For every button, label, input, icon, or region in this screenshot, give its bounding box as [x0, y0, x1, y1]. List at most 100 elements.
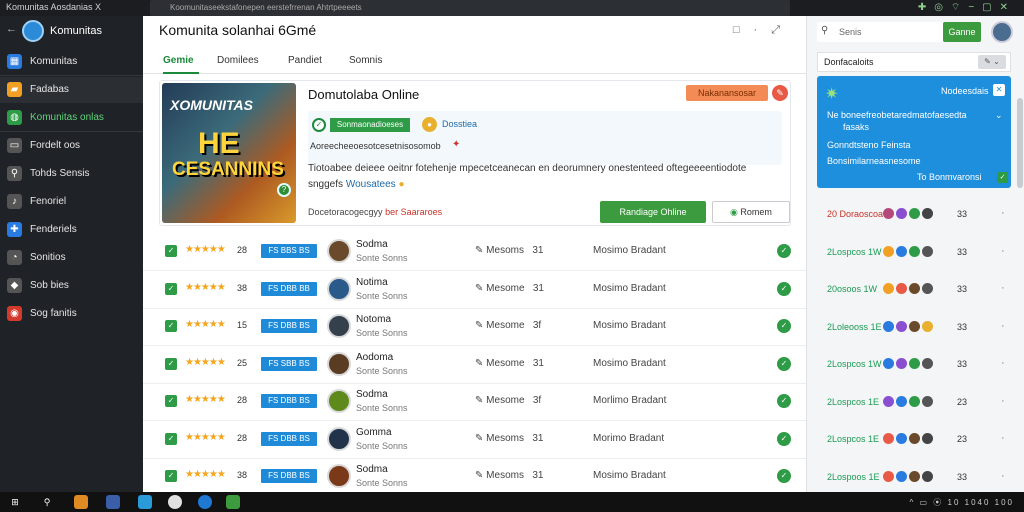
activity-row[interactable]: 2Loleooss 1E 33 ·: [817, 313, 1015, 343]
check-circle-icon[interactable]: ✓: [777, 431, 791, 446]
card-footer[interactable]: To Bonmvaronsi: [917, 172, 982, 182]
sidebar-item[interactable]: ♪ Fenoriel: [0, 189, 143, 215]
address-bar[interactable]: Koomunitaseekstafonepen eerstefrrenan Ah…: [150, 0, 790, 16]
sidebar-item[interactable]: ▭ Fordelt oos: [0, 133, 143, 159]
featured-title: Domutolaba Online: [308, 87, 420, 102]
more-icon[interactable]: ·: [1001, 395, 1005, 407]
more-icon[interactable]: ·: [1001, 282, 1005, 294]
table-row[interactable]: ✓ ★★★★★ 38 FS DBB BB Notima Sonte Sonns ✎ Meso…: [143, 271, 806, 309]
row-tag[interactable]: FS DBB BB: [261, 281, 317, 296]
system-tray[interactable]: ^ ▭ ⦿ 10 1040 100: [910, 497, 1014, 508]
row-checkbox[interactable]: ✓: [165, 395, 177, 407]
activity-row[interactable]: 2Lospoos 1E 33 ·: [817, 463, 1015, 493]
row-tag[interactable]: FS BBS BS: [261, 244, 317, 258]
sidebar-item[interactable]: ◔ Sonitios: [0, 245, 143, 271]
avatar[interactable]: [327, 426, 351, 451]
activity-row[interactable]: 2Lospcos 1E 23 ·: [817, 388, 1015, 418]
featured-tag[interactable]: Sonmaonadioeses: [330, 118, 410, 132]
row-tag[interactable]: FS SBB BS: [261, 356, 317, 371]
avatar[interactable]: [327, 276, 351, 301]
check-circle-icon[interactable]: ✓: [777, 319, 791, 333]
tray-icons[interactable]: ✚◎⌔−▢✕: [918, 1, 1016, 14]
window-controls[interactable]: □·⤢: [733, 24, 794, 37]
row-checkbox[interactable]: ✓: [165, 470, 177, 482]
secondary-button[interactable]: ◉ Romem: [712, 201, 790, 223]
report-button[interactable]: Nakanansosar: [686, 85, 768, 101]
coin-label[interactable]: Dosstiea: [442, 119, 477, 129]
table-row[interactable]: ✓ ★★★★★ 28 FS DBB BS Sodma Sonte Sonns ✎ Mesom…: [143, 383, 806, 421]
tab-gemie[interactable]: Gemie: [163, 55, 194, 66]
description-link[interactable]: Wousatees: [346, 179, 396, 190]
sidebar-item[interactable]: ✚ Fenderiels: [0, 217, 143, 243]
avatar[interactable]: [327, 239, 351, 263]
sidebar-item[interactable]: ◆ Sob bies: [0, 273, 143, 299]
activity-text: 2Lospcos 1W: [827, 246, 882, 257]
row-checkbox[interactable]: ✓: [165, 320, 177, 332]
chevron-down-icon[interactable]: ⌄: [995, 110, 1003, 121]
sidebar-item[interactable]: ◍ Komunitas onlas: [0, 105, 143, 131]
row-checkbox[interactable]: ✓: [165, 357, 177, 370]
check-circle-icon[interactable]: ✓: [777, 281, 791, 296]
windows-start-icon[interactable]: ⊞: [8, 495, 22, 509]
more-icon[interactable]: ·: [1001, 470, 1005, 482]
tab-domilees[interactable]: Domilees: [217, 55, 259, 66]
search-icon[interactable]: ⚲: [40, 495, 54, 509]
avatar[interactable]: [327, 351, 351, 376]
row-checkbox[interactable]: ✓: [165, 245, 177, 257]
app-people-icon[interactable]: [106, 495, 120, 509]
game-cover[interactable]: XOMUNITAS HE CESANNINS ?: [162, 83, 296, 223]
check-circle-icon[interactable]: ✓: [777, 244, 791, 258]
status-dot-icon: [909, 470, 920, 482]
card-close-icon[interactable]: ✕: [993, 84, 1005, 96]
more-icon[interactable]: ·: [1001, 357, 1005, 369]
app-active-icon[interactable]: [226, 495, 240, 509]
table-row[interactable]: ✓ ★★★★★ 28 FS BBS BS Sodma Sonte Sonns ✎ Mesom…: [143, 233, 806, 271]
more-icon[interactable]: ·: [1001, 207, 1005, 219]
sidebar-item[interactable]: ▰ Fadabas: [0, 77, 143, 103]
row-tag[interactable]: FS DBB BS: [261, 431, 317, 446]
table-row[interactable]: ✓ ★★★★★ 25 FS SBB BS Aodoma Sonte Sonns ✎ Meso…: [143, 346, 806, 384]
sidebar-item[interactable]: ⚲ Tohds Sensis: [0, 161, 143, 187]
check-circle-icon[interactable]: ✓: [777, 356, 791, 371]
row-tag[interactable]: FS DBB BS: [261, 394, 317, 408]
search-box[interactable]: ⚲ Senis: [817, 22, 943, 42]
avatar[interactable]: [327, 389, 351, 413]
sidebar-item[interactable]: ◉ Sog fanitis: [0, 301, 143, 327]
tab-somnis[interactable]: Somnis: [349, 55, 382, 66]
user-avatar[interactable]: [991, 21, 1013, 43]
more-icon[interactable]: ·: [1001, 245, 1005, 257]
back-arrow-icon[interactable]: ←: [6, 23, 17, 35]
activity-row[interactable]: 2Lospcos 1E 23 ·: [817, 425, 1015, 455]
activity-row[interactable]: 20 Doraoscoa 33 ·: [817, 200, 1015, 230]
play-online-button[interactable]: Randiage Ohline: [600, 201, 706, 223]
notification-card[interactable]: ✷ Nodeesdais ✕ Ne boneefreobetaredmatofa…: [817, 76, 1011, 188]
edge-icon[interactable]: [198, 495, 212, 509]
check-circle-icon[interactable]: ✓: [777, 469, 791, 483]
app-folder-icon[interactable]: [138, 495, 152, 509]
more-icon[interactable]: ·: [1001, 320, 1005, 332]
row-checkbox[interactable]: ✓: [165, 432, 177, 445]
table-row[interactable]: ✓ ★★★★★ 28 FS DBB BS Gomma Sonte Sonns ✎ Mesom…: [143, 421, 806, 459]
row-tag[interactable]: FS DBB BS: [261, 319, 317, 333]
app-orange-icon[interactable]: [74, 495, 88, 509]
tab-pandiet[interactable]: Pandiet: [288, 55, 322, 66]
avatar[interactable]: [327, 464, 351, 488]
status-dot-icon: [883, 395, 894, 407]
activity-row[interactable]: 2Lospcos 1W 33 ·: [817, 350, 1015, 380]
chrome-icon[interactable]: [168, 495, 182, 509]
activity-row[interactable]: 20osoos 1W 33 ·: [817, 275, 1015, 305]
game-button[interactable]: Ganne: [943, 22, 981, 42]
more-icon[interactable]: ·: [1001, 432, 1005, 444]
scrollbar[interactable]: [1017, 98, 1023, 188]
panel-header-controls[interactable]: ✎ ⌄: [978, 55, 1006, 69]
row-tag[interactable]: FS DBB BS: [261, 469, 317, 483]
edit-icon[interactable]: ✎: [772, 85, 788, 101]
table-row[interactable]: ✓ ★★★★★ 38 FS DBB BS Sodma Sonte Sonns ✎ Mesom…: [143, 458, 806, 496]
avatar[interactable]: [327, 314, 351, 338]
row-checkbox[interactable]: ✓: [165, 282, 177, 295]
sidebar-item[interactable]: ▦ Komunitas: [0, 49, 143, 75]
row-subtitle: Sonte Sonns: [356, 290, 408, 301]
check-circle-icon[interactable]: ✓: [777, 394, 791, 408]
table-row[interactable]: ✓ ★★★★★ 15 FS DBB BS Notoma Sonte Sonns ✎ Meso…: [143, 308, 806, 346]
activity-row[interactable]: 2Lospcos 1W 33 ·: [817, 238, 1015, 268]
